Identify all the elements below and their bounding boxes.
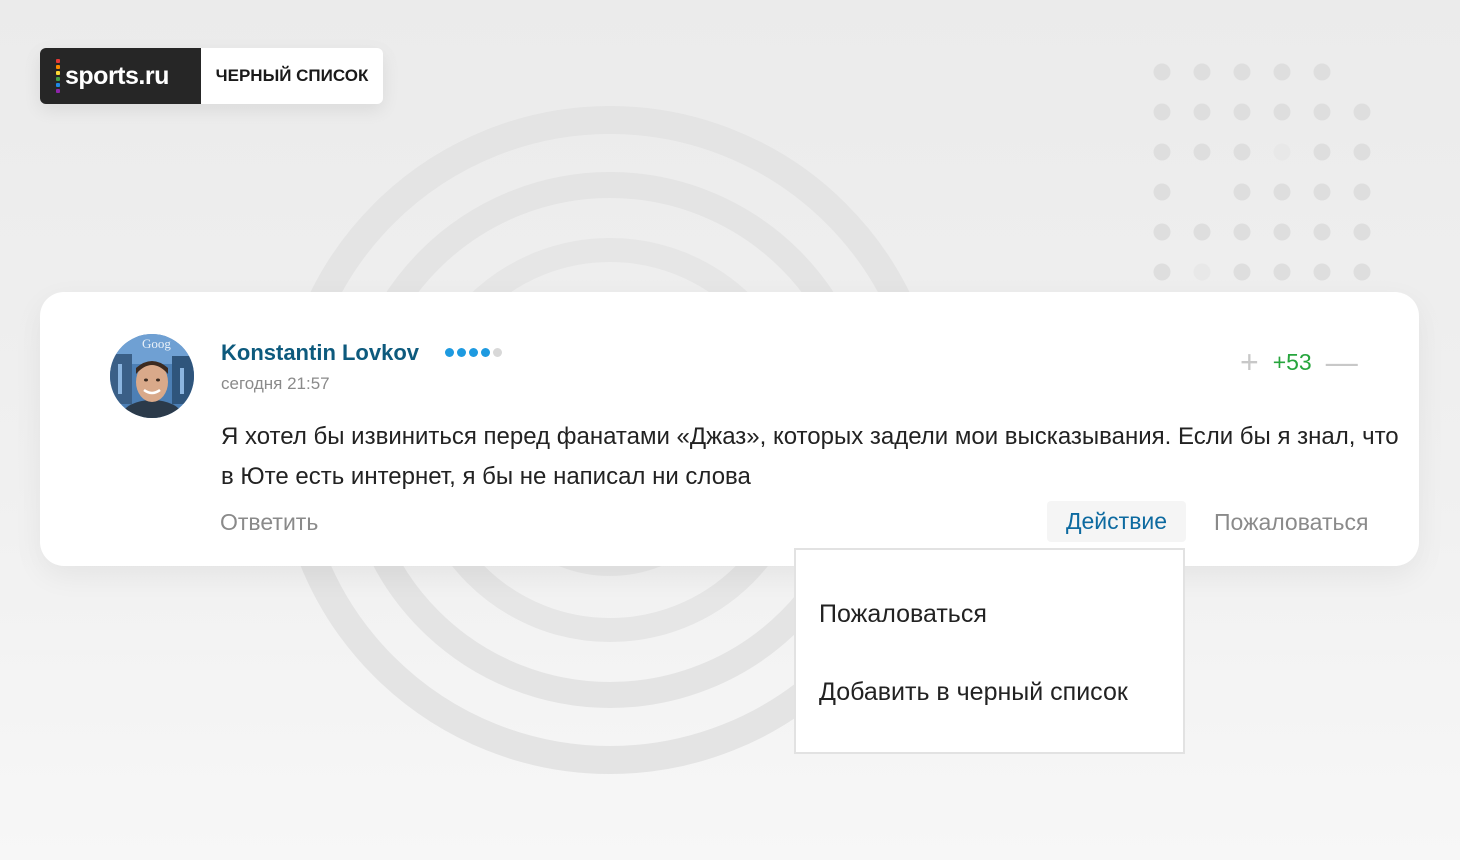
report-button[interactable]: Пожаловаться (1214, 509, 1368, 536)
decorative-dot (1233, 63, 1251, 81)
decorative-dot (1313, 143, 1331, 161)
logo-bar (56, 71, 60, 75)
decorative-dot (1153, 143, 1171, 161)
decorative-dot (1273, 103, 1291, 121)
decorative-dot (1193, 63, 1211, 81)
decorative-dot (1313, 103, 1331, 121)
decorative-dot (1313, 223, 1331, 241)
decorative-dot (1193, 263, 1211, 281)
decorative-dot (1273, 183, 1291, 201)
vote-controls: + +53 — (1240, 346, 1358, 378)
blacklist-label: ЧЕРНЫЙ СПИСОК (201, 48, 383, 104)
decorative-dot (1273, 63, 1291, 81)
logo-bars-icon (56, 59, 60, 93)
decorative-dot (1153, 263, 1171, 281)
decorative-dot (1153, 103, 1171, 121)
reply-button[interactable]: Ответить (220, 509, 318, 536)
decorative-dot (1353, 183, 1371, 201)
decorative-dot (1353, 263, 1371, 281)
decorative-dot (1233, 183, 1251, 201)
decorative-dot (1193, 143, 1211, 161)
rating-count: +53 (1272, 348, 1312, 375)
rank-dot (493, 348, 502, 357)
upvote-button[interactable]: + (1240, 346, 1259, 378)
comment-text: Я хотел бы извиниться перед фанатами «Дж… (221, 423, 1399, 490)
logo-bar (56, 89, 60, 93)
decorative-dot (1233, 143, 1251, 161)
decorative-dot (1153, 183, 1171, 201)
decorative-dot (1313, 263, 1331, 281)
action-dropdown-menu: Пожаловаться Добавить в черный список (794, 548, 1185, 754)
decorative-dot (1153, 223, 1171, 241)
user-rank-dots (445, 348, 502, 357)
logo-bar (56, 83, 60, 87)
avatar[interactable]: Goog (110, 334, 194, 418)
menu-item-report[interactable]: Пожаловаться (819, 600, 987, 629)
decorative-dot (1233, 223, 1251, 241)
logo-bar (56, 59, 60, 63)
logo-bar (56, 77, 60, 81)
decorative-dot (1273, 263, 1291, 281)
rank-dot (469, 348, 478, 357)
avatar-sign-text: Goog (142, 336, 171, 351)
decorative-dot (1313, 183, 1331, 201)
rank-dot (445, 348, 454, 357)
decorative-dot (1353, 223, 1371, 241)
logo-bar (56, 65, 60, 69)
rank-dot (481, 348, 490, 357)
logo-text: sports.ru (65, 61, 169, 90)
avatar-photo: Goog (110, 334, 194, 418)
downvote-button[interactable]: — (1326, 346, 1358, 378)
decorative-dot (1233, 263, 1251, 281)
decorative-dot (1153, 63, 1171, 81)
brand-badge: sports.ru ЧЕРНЫЙ СПИСОК (40, 48, 383, 104)
decorative-dot-grid (1153, 63, 1371, 281)
menu-item-add-to-blacklist[interactable]: Добавить в черный список (819, 678, 1128, 707)
rank-dot (457, 348, 466, 357)
decorative-dot (1313, 63, 1331, 81)
decorative-dot (1193, 223, 1211, 241)
decorative-dot (1193, 103, 1211, 121)
decorative-dot (1273, 143, 1291, 161)
comment-card: Goog Konstantin Lovkov сегодня 21:57 + +… (40, 292, 1419, 566)
decorative-dot (1353, 143, 1371, 161)
action-button[interactable]: Действие (1047, 501, 1186, 542)
decorative-dot (1353, 103, 1371, 121)
decorative-dot (1273, 223, 1291, 241)
decorative-dot (1233, 103, 1251, 121)
comment-timestamp: сегодня 21:57 (221, 374, 330, 393)
sports-ru-logo[interactable]: sports.ru (40, 48, 201, 104)
author-name[interactable]: Konstantin Lovkov (221, 340, 419, 366)
